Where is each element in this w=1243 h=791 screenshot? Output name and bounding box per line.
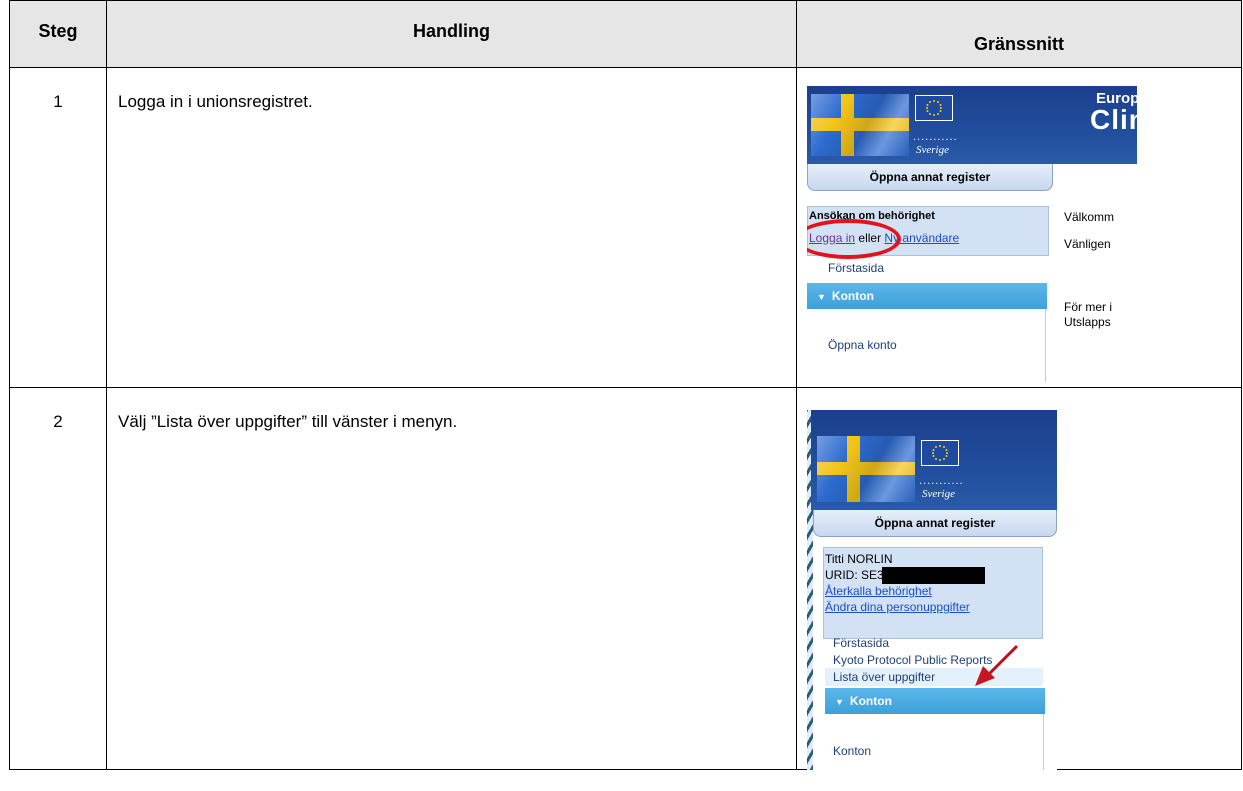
banner-title-line2: Clim [1090, 104, 1137, 135]
swedish-flag-icon [817, 436, 915, 502]
revoke-access-link[interactable]: Återkalla behörighet [825, 584, 932, 598]
country-label: Sverige [916, 144, 949, 156]
step-number: 1 [9, 67, 107, 388]
more-info-line2: Utslapps [1064, 315, 1111, 329]
user-urid: URID: SE3 [825, 568, 884, 582]
chevron-down-icon: ▼ [835, 697, 844, 707]
nav-accounts[interactable]: Konton [833, 744, 871, 758]
header-step: Steg [9, 0, 107, 68]
welcome-text: Välkomm [1064, 210, 1115, 224]
eu-flag-icon [915, 95, 953, 121]
nav-home[interactable]: Förstasida [828, 261, 884, 275]
step-interface: ........... Sverige Öppna annat register… [796, 387, 1242, 770]
registry-banner: ........... Sverige [811, 410, 1057, 510]
step-interface: ........... Sverige Europe Clim Öppna an… [796, 67, 1242, 388]
nav-task-list[interactable]: Lista över uppgifter [833, 670, 935, 684]
registry-banner: ........... Sverige Europe Clim [807, 86, 1137, 164]
user-name: Titti NORLIN [825, 552, 893, 566]
login-screenshot: ........... Sverige Europe Clim Öppna an… [807, 86, 1137, 382]
nav-home[interactable]: Förstasida [833, 636, 889, 650]
edit-personal-info-link[interactable]: Ändra dina personuppgifter [825, 600, 970, 614]
red-arrow-icon [975, 644, 1019, 686]
nav-open-account[interactable]: Öppna konto [828, 338, 897, 352]
step-action: Logga in i unionsregistret. [106, 67, 797, 388]
header-action: Handling [106, 0, 797, 68]
instructions-table: Steg Handling Gränssnitt 1 Logga in i un… [9, 0, 1242, 770]
chevron-down-icon: ▼ [817, 292, 826, 302]
step-number: 2 [9, 387, 107, 770]
header-row: Steg Handling Gränssnitt [9, 0, 1242, 68]
decorative-dots: ........... [919, 475, 964, 487]
step-action: Välj ”Lista över uppgifter” till vänster… [106, 387, 797, 770]
open-other-register-button[interactable]: Öppna annat register [807, 164, 1053, 191]
please-text: Vänligen [1064, 237, 1111, 251]
redaction-box [882, 567, 985, 584]
accounts-menu-header[interactable]: ▼ Konton [825, 688, 1045, 714]
open-other-register-button[interactable]: Öppna annat register [813, 510, 1057, 537]
more-info-line1: För mer i [1064, 300, 1112, 314]
task-list-screenshot: ........... Sverige Öppna annat register… [807, 410, 1057, 770]
accounts-menu-header[interactable]: ▼ Konton [807, 283, 1047, 309]
table-row: 1 Logga in i unionsregistret. ..........… [9, 67, 1242, 388]
menu-border [1045, 309, 1046, 382]
country-label: Sverige [922, 488, 955, 500]
header-interface: Gränssnitt [796, 0, 1242, 68]
menu-border [1043, 714, 1044, 770]
eu-flag-icon [921, 440, 959, 466]
swedish-flag-icon [811, 94, 909, 156]
decorative-dots: ........... [913, 131, 958, 143]
table-row: 2 Välj ”Lista över uppgifter” till vänst… [9, 387, 1242, 770]
